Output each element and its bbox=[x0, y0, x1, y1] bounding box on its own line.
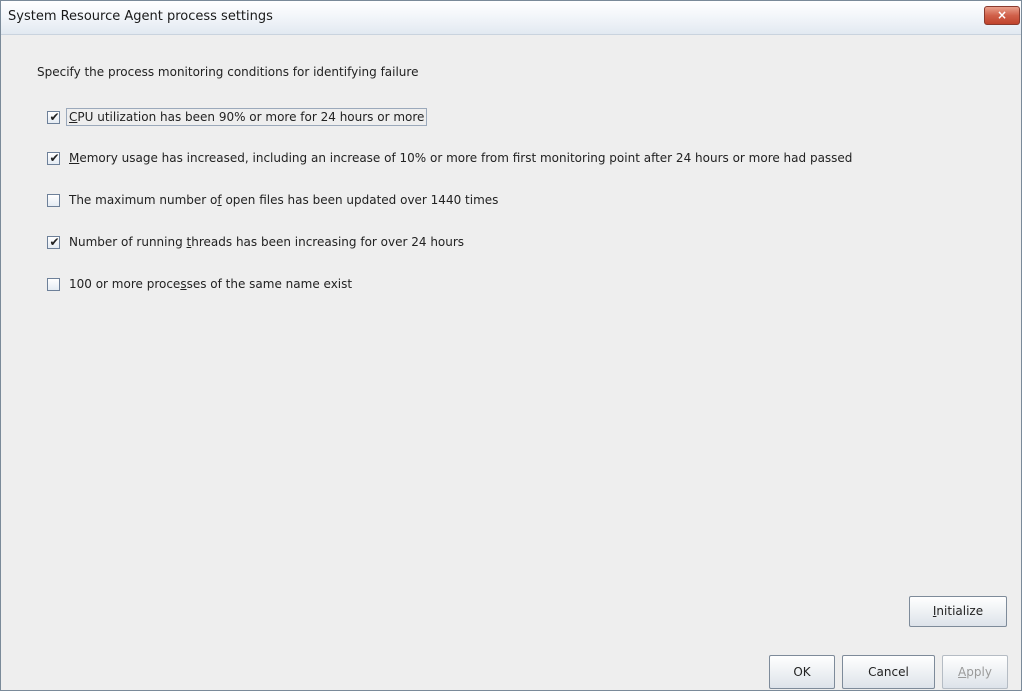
memory-usage-option[interactable]: ✔ Memory usage has increased, including … bbox=[47, 149, 855, 167]
initialize-button[interactable]: Initialize bbox=[909, 596, 1007, 627]
same-name-processes-option[interactable]: 100 or more processes of the same name e… bbox=[47, 275, 355, 293]
running-threads-option[interactable]: ✔ Number of running threads has been inc… bbox=[47, 233, 467, 251]
checkmark-icon: ✔ bbox=[49, 109, 60, 124]
instruction-text: Specify the process monitoring condition… bbox=[37, 65, 419, 79]
settings-dialog: System Resource Agent process settings ×… bbox=[0, 0, 1022, 691]
open-files-label[interactable]: The maximum number of open files has bee… bbox=[66, 191, 501, 209]
memory-usage-checkbox[interactable]: ✔ bbox=[47, 150, 60, 165]
title-bar: System Resource Agent process settings × bbox=[1, 1, 1021, 35]
apply-button[interactable]: Apply bbox=[942, 655, 1008, 689]
cancel-button[interactable]: Cancel bbox=[842, 655, 935, 689]
open-files-option[interactable]: The maximum number of open files has bee… bbox=[47, 191, 501, 209]
checkmark-icon: ✔ bbox=[49, 234, 60, 249]
same-name-processes-checkbox[interactable] bbox=[47, 277, 60, 291]
close-icon: × bbox=[996, 8, 1008, 22]
cpu-utilization-checkbox[interactable]: ✔ bbox=[47, 109, 60, 124]
running-threads-label[interactable]: Number of running threads has been incre… bbox=[66, 233, 467, 251]
same-name-processes-label[interactable]: 100 or more processes of the same name e… bbox=[66, 275, 355, 293]
checkmark-icon: ✔ bbox=[49, 150, 60, 165]
close-button[interactable]: × bbox=[984, 6, 1020, 25]
memory-usage-label[interactable]: Memory usage has increased, including an… bbox=[66, 149, 855, 167]
ok-button[interactable]: OK bbox=[769, 655, 835, 689]
cpu-utilization-label[interactable]: CPU utilization has been 90% or more for… bbox=[66, 108, 428, 126]
running-threads-checkbox[interactable]: ✔ bbox=[47, 234, 60, 249]
cpu-utilization-option[interactable]: ✔ CPU utilization has been 90% or more f… bbox=[47, 108, 428, 126]
open-files-checkbox[interactable] bbox=[47, 193, 60, 207]
dialog-title: System Resource Agent process settings bbox=[8, 9, 273, 24]
